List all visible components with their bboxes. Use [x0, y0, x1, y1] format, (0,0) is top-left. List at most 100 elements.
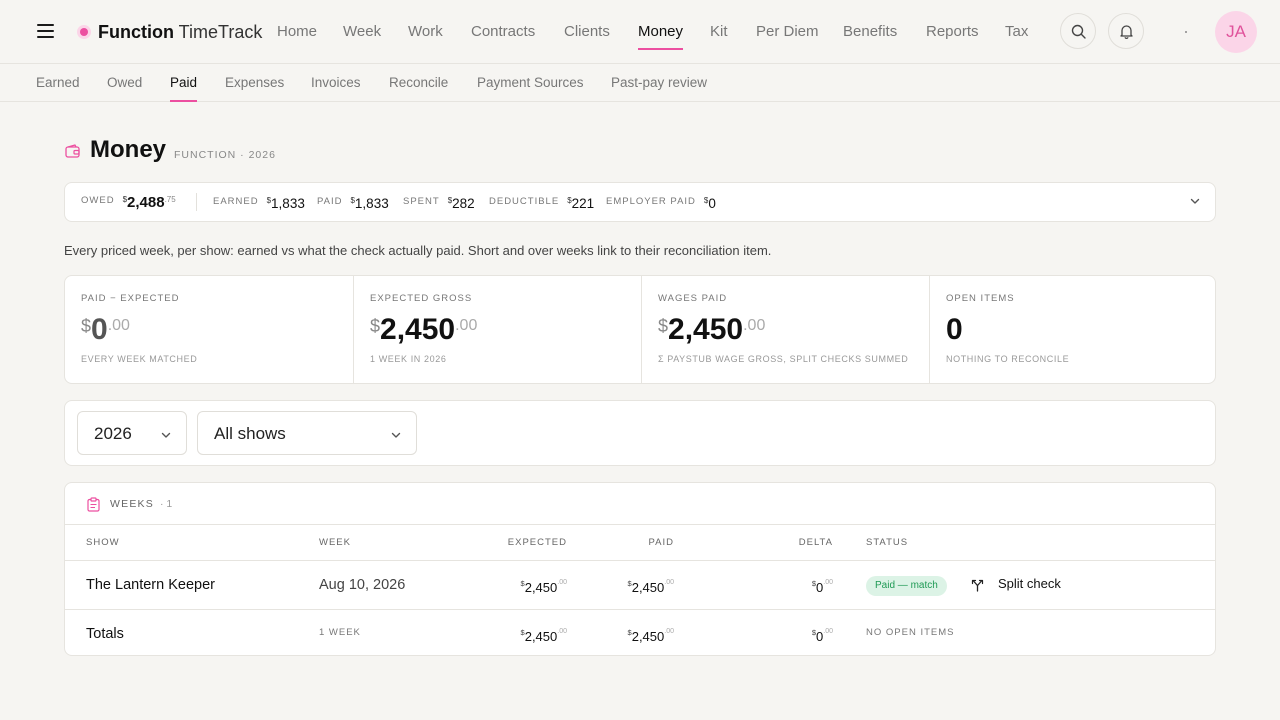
search-button[interactable]	[1060, 13, 1096, 49]
totals-expected: $2,450.00	[521, 627, 567, 645]
column-header-paid[interactable]: PAID	[649, 537, 674, 548]
clipboard-icon	[87, 497, 100, 512]
kpi-label: WAGES PAID	[658, 293, 728, 304]
nav-home[interactable]: Home	[277, 20, 317, 44]
page-subtitle: FUNCTION · 2026	[174, 149, 276, 161]
amount: 2,450	[631, 580, 665, 595]
cell-expected: $2,450.00	[521, 578, 567, 596]
wallet-icon	[65, 144, 80, 158]
chevron-down-icon	[391, 432, 401, 438]
kpi-number: 0	[946, 313, 963, 346]
tab-earned[interactable]: Earned	[36, 74, 80, 92]
totals-paid: $2,450.00	[628, 627, 674, 645]
kpi-paid-minus-expected: PAID − EXPECTED $0.00 EVERY WEEK MATCHED	[65, 276, 353, 383]
nav-per-diem[interactable]: Per Diem	[756, 20, 819, 44]
filter-bar: 2026 All shows	[64, 400, 1216, 466]
cents: .00	[664, 579, 674, 586]
show-select[interactable]: All shows	[197, 411, 417, 455]
summary-owed-cents: .75	[164, 195, 176, 204]
summary-paid-label: PAID	[317, 196, 343, 207]
cents: .00	[823, 579, 833, 586]
nav-contracts[interactable]: Contracts	[471, 20, 535, 44]
amount: 2,450	[524, 580, 558, 595]
status-dot	[1185, 31, 1187, 33]
column-header-delta[interactable]: DELTA	[799, 537, 833, 548]
amount: 2,450	[524, 629, 558, 644]
show-select-value: All shows	[214, 424, 286, 443]
split-icon[interactable]	[971, 579, 984, 592]
status-badge: Paid — match	[866, 576, 947, 596]
tab-invoices[interactable]: Invoices	[311, 74, 361, 92]
summary-strip[interactable]: OWED $2,488.75 EARNED $1,833 PAID $1,833 SP…	[64, 182, 1216, 222]
tab-owed[interactable]: Owed	[107, 74, 142, 92]
notifications-button[interactable]	[1108, 13, 1144, 49]
nav-tax[interactable]: Tax	[1005, 20, 1028, 44]
kpi-number: 0	[91, 313, 108, 346]
weeks-header: WEEKS · 1	[65, 483, 1215, 525]
kpi-value: 0	[946, 312, 963, 348]
kpi-number: 2,450	[380, 313, 456, 346]
brand-logo[interactable]: Function TimeTrack	[98, 20, 262, 44]
nav-reports[interactable]: Reports	[926, 20, 979, 44]
tab-past-pay-review[interactable]: Past-pay review	[611, 74, 707, 92]
menu-icon[interactable]	[37, 24, 54, 40]
totals-status: NO OPEN ITEMS	[866, 627, 955, 638]
cell-paid: $2,450.00	[628, 578, 674, 596]
kpi-open-items: OPEN ITEMS 0 NOTHING TO RECONCILE	[929, 276, 1215, 383]
page-description: Every priced week, per show: earned vs w…	[64, 243, 772, 258]
totals-weeks: 1 WEEK	[319, 627, 361, 638]
summary-employer-paid-value: 0	[708, 196, 716, 211]
kpi-value: $2,450.00	[658, 312, 765, 348]
cell-week: Aug 10, 2026	[319, 577, 406, 593]
page-title: Money	[90, 136, 167, 163]
cents: .00	[557, 628, 567, 635]
kpi-label: OPEN ITEMS	[946, 293, 1015, 304]
nav-clients[interactable]: Clients	[564, 20, 610, 44]
tab-paid[interactable]: Paid	[170, 74, 198, 102]
summary-earned-label: EARNED	[213, 196, 259, 207]
table-row[interactable]: The Lantern Keeper Aug 10, 2026 $2,450.0…	[65, 562, 1215, 610]
column-header-week[interactable]: WEEK	[319, 537, 351, 548]
summary-owed: OWED $2,488.75	[81, 194, 176, 212]
avatar[interactable]: JA	[1215, 11, 1257, 53]
chevron-down-icon[interactable]	[1189, 195, 1201, 207]
cents: .00	[664, 628, 674, 635]
nav-kit[interactable]: Kit	[710, 20, 728, 44]
brand-name-bold: Function	[98, 22, 174, 42]
summary-employer-paid-label: EMPLOYER PAID	[606, 196, 696, 207]
amount: 2,450	[631, 629, 665, 644]
year-select[interactable]: 2026	[77, 411, 187, 455]
nav-work[interactable]: Work	[408, 20, 443, 44]
column-header-status[interactable]: STATUS	[866, 537, 908, 548]
kpi-note: EVERY WEEK MATCHED	[81, 354, 198, 364]
weeks-count: · 1	[160, 498, 173, 510]
split-check-button[interactable]: Split check	[998, 576, 1061, 591]
kpi-currency: $	[658, 316, 669, 336]
summary-spent: SPENT $282	[403, 195, 475, 213]
kpi-cents: .00	[743, 317, 766, 334]
kpi-cents: .00	[455, 317, 478, 334]
kpi-currency: $	[81, 316, 92, 336]
amount: 0	[816, 629, 824, 644]
amount: 0	[816, 580, 824, 595]
tab-payment-sources[interactable]: Payment Sources	[477, 74, 584, 92]
column-header-expected[interactable]: EXPECTED	[508, 537, 567, 548]
summary-deductible-label: DEDUCTIBLE	[489, 196, 560, 207]
bell-icon	[1120, 25, 1133, 39]
nav-money[interactable]: Money	[638, 20, 684, 50]
nav-benefits[interactable]: Benefits	[843, 20, 897, 44]
totals-label: Totals	[86, 626, 124, 642]
tab-expenses[interactable]: Expenses	[225, 74, 284, 92]
kpi-value: $0.00	[81, 312, 130, 348]
kpi-note: Σ PAYSTUB WAGE GROSS, SPLIT CHECKS SUMME…	[658, 354, 909, 364]
summary-spent-value: 282	[452, 196, 475, 211]
kpi-label: PAID − EXPECTED	[81, 293, 180, 304]
tab-reconcile[interactable]: Reconcile	[389, 74, 448, 92]
nav-week[interactable]: Week	[343, 20, 381, 44]
summary-paid-value: 1,833	[354, 196, 389, 211]
summary-spent-label: SPENT	[403, 196, 440, 207]
weeks-title: WEEKS	[110, 498, 154, 510]
kpi-expected-gross: EXPECTED GROSS $2,450.00 1 WEEK IN 2026	[353, 276, 641, 383]
column-header-show[interactable]: SHOW	[86, 537, 120, 548]
kpi-label: EXPECTED GROSS	[370, 293, 473, 304]
